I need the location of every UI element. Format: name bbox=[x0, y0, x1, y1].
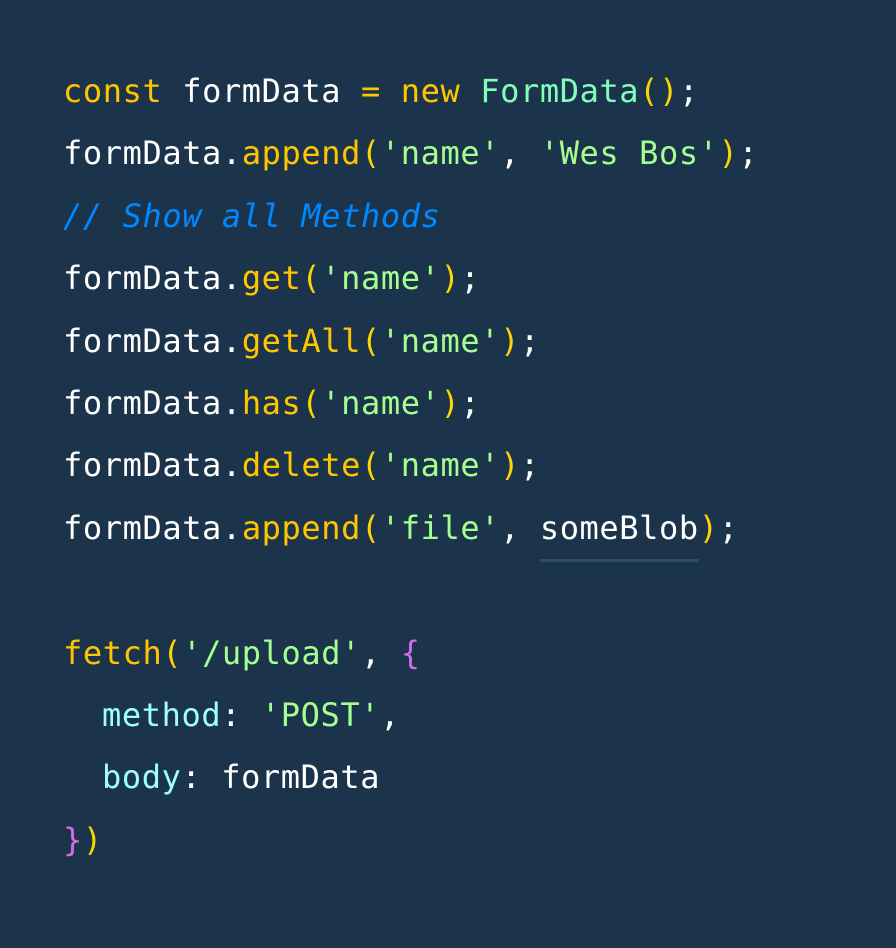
code-editor: const formData = new FormData(); formDat… bbox=[63, 60, 883, 871]
identifier-formdata: formData bbox=[63, 259, 222, 298]
identifier-someblob: someBlob bbox=[539, 508, 699, 547]
paren-open: ( bbox=[639, 72, 660, 110]
code-line-11: method: 'POST', bbox=[63, 684, 883, 746]
keyword-new: new bbox=[400, 72, 461, 110]
semicolon: ; bbox=[460, 383, 481, 422]
semicolon: ; bbox=[738, 134, 759, 173]
paren-open: ( bbox=[162, 633, 183, 672]
code-comment: // Show all Methods bbox=[63, 196, 441, 235]
method-append: append bbox=[241, 134, 362, 173]
code-line-1: const formData = new FormData(); bbox=[63, 60, 883, 122]
identifier-formdata: formData bbox=[63, 383, 222, 422]
operator-assign: = bbox=[361, 72, 381, 110]
dot: . bbox=[221, 383, 242, 422]
paren-close: ) bbox=[82, 820, 103, 859]
code-line-10: fetch('/upload', { bbox=[63, 622, 883, 684]
method-getall: getAll bbox=[241, 321, 362, 360]
paren-open: ( bbox=[361, 134, 381, 173]
brace-close: } bbox=[63, 820, 83, 859]
paren-close: ) bbox=[500, 321, 520, 360]
comma: , bbox=[361, 633, 401, 672]
identifier-formdata: formData bbox=[221, 758, 381, 797]
semicolon: ; bbox=[678, 72, 699, 110]
dot: . bbox=[221, 321, 242, 360]
paren-close: ) bbox=[440, 259, 461, 298]
code-line-13: }) bbox=[63, 809, 883, 871]
paren-open: ( bbox=[361, 321, 381, 360]
paren-open: ( bbox=[301, 259, 322, 298]
string-name: 'name' bbox=[321, 383, 441, 422]
code-line-4: formData.get('name'); bbox=[63, 247, 883, 309]
paren-close: ) bbox=[500, 446, 520, 485]
property-method: method bbox=[102, 695, 222, 734]
string-post: 'POST' bbox=[260, 695, 381, 734]
paren-open: ( bbox=[301, 383, 322, 422]
method-append: append bbox=[241, 508, 362, 547]
code-line-5: formData.getAll('name'); bbox=[63, 310, 883, 372]
code-line-12: body: formData bbox=[63, 746, 883, 808]
string-name: 'name' bbox=[380, 446, 501, 485]
code-line-7: formData.delete('name'); bbox=[63, 434, 883, 496]
comma: , bbox=[380, 695, 401, 734]
comma: , bbox=[500, 134, 540, 173]
paren-close: ) bbox=[659, 72, 679, 110]
string-wes-bos: 'Wes Bos' bbox=[539, 134, 719, 173]
string-file: 'file' bbox=[380, 508, 501, 547]
class-formdata: FormData bbox=[480, 72, 640, 110]
string-name: 'name' bbox=[380, 134, 501, 173]
property-body: body bbox=[102, 758, 182, 797]
method-delete: delete bbox=[241, 446, 362, 485]
code-line-2: formData.append('name', 'Wes Bos'); bbox=[63, 122, 883, 184]
comma: , bbox=[500, 508, 540, 547]
dot: . bbox=[221, 446, 242, 485]
semicolon: ; bbox=[519, 321, 540, 360]
semicolon: ; bbox=[519, 446, 540, 485]
colon: : bbox=[181, 758, 222, 797]
identifier-formdata: formData bbox=[63, 508, 222, 547]
code-line-6: formData.has('name'); bbox=[63, 372, 883, 434]
dot: . bbox=[221, 508, 242, 547]
paren-open: ( bbox=[361, 446, 381, 485]
function-fetch: fetch bbox=[63, 633, 163, 672]
brace-open: { bbox=[400, 633, 421, 672]
paren-open: ( bbox=[361, 508, 381, 547]
colon: : bbox=[221, 695, 261, 734]
string-upload-path: '/upload' bbox=[182, 633, 361, 672]
paren-close: ) bbox=[698, 508, 719, 547]
method-get: get bbox=[241, 259, 302, 298]
paren-close: ) bbox=[440, 383, 461, 422]
identifier-formdata: formData bbox=[63, 321, 222, 360]
semicolon: ; bbox=[718, 508, 739, 547]
identifier-formdata: formData bbox=[182, 72, 342, 110]
code-line-3: // Show all Methods bbox=[63, 185, 883, 247]
semicolon: ; bbox=[460, 259, 481, 298]
keyword-const: const bbox=[63, 72, 163, 110]
string-name: 'name' bbox=[321, 259, 441, 298]
identifier-formdata: formData bbox=[63, 134, 222, 173]
dot: . bbox=[221, 134, 242, 173]
code-line-8: formData.append('file', someBlob); bbox=[63, 497, 883, 559]
dot: . bbox=[221, 259, 242, 298]
paren-close: ) bbox=[718, 134, 739, 173]
method-has: has bbox=[241, 383, 302, 422]
string-name: 'name' bbox=[380, 321, 501, 360]
identifier-formdata: formData bbox=[63, 446, 222, 485]
